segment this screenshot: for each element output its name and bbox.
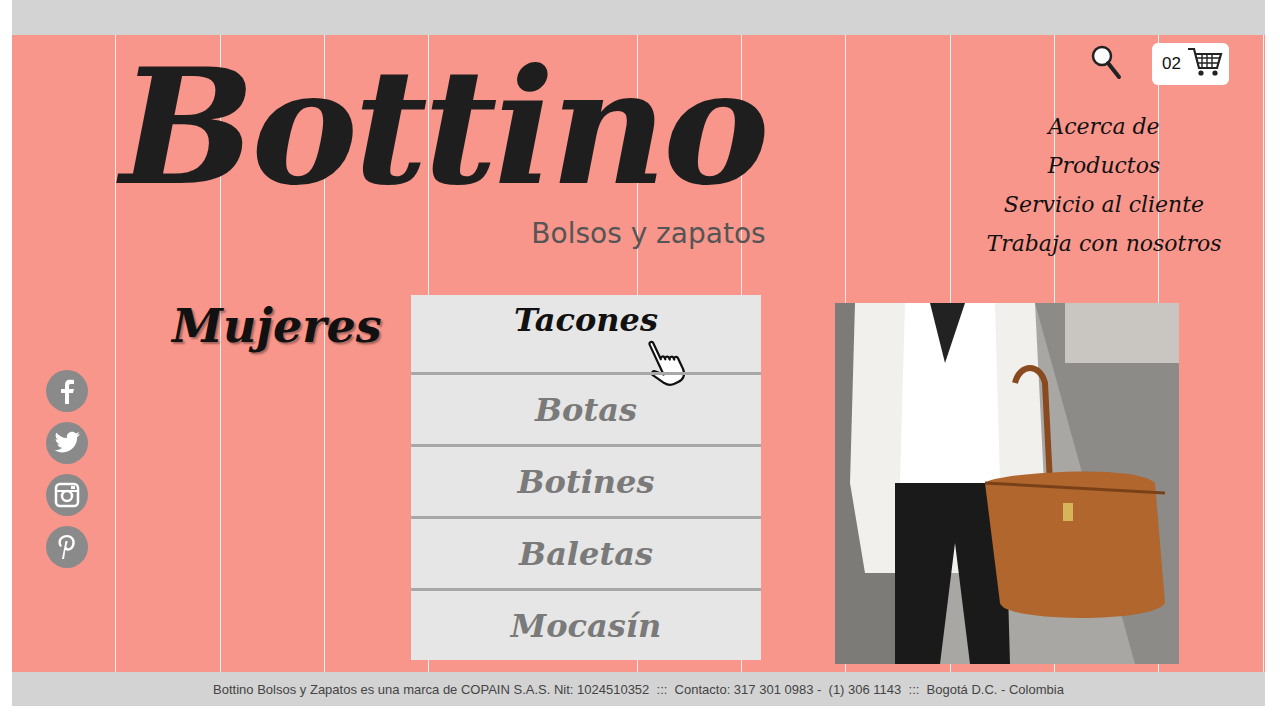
logo[interactable]: Bottino Bolsos y zapatos [12,35,766,295]
header-right: 02 Acerca deProductosServicio al clienteT… [979,35,1265,295]
footer: Bottino Bolsos y Zapatos es una marca de… [12,672,1265,706]
section-title: Mujeres [12,299,411,354]
brand-name: Bottino [120,47,766,207]
page: Bottino Bolsos y zapatos 02 Acerca deProduc… [12,0,1265,706]
cart-icon [1187,46,1223,82]
category-item[interactable]: Mocasín [411,588,761,660]
tools: 02 [1090,43,1229,85]
nav-link[interactable]: Productos [1048,146,1161,185]
category-item[interactable]: Baletas [411,516,761,588]
left-column: Mujeres [12,295,411,568]
brand-tagline: Bolsos y zapatos [531,217,765,250]
category-label: Tacones [514,301,658,339]
product-photo [835,303,1179,664]
nav-link[interactable]: Servicio al cliente [1004,185,1204,224]
hand-cursor-icon [647,335,693,389]
category-label: Baletas [519,535,653,573]
facebook-icon[interactable] [46,370,88,412]
main-area: Bottino Bolsos y zapatos 02 Acerca deProduc… [12,35,1265,672]
cart-count: 02 [1162,54,1181,74]
social-links [46,370,411,568]
nav-link[interactable]: Acerca de [1048,107,1159,146]
cart-button[interactable]: 02 [1152,43,1229,85]
instagram-icon[interactable] [46,474,88,516]
nav-link[interactable]: Trabaja con nosotros [986,224,1221,263]
top-bar [12,0,1265,35]
content: Mujeres Tacones Botas Botines Baletas Mocasín [12,295,1265,672]
pinterest-icon[interactable] [46,526,88,568]
category-item[interactable]: Botines [411,444,761,516]
header: Bottino Bolsos y zapatos 02 Acerca deProduc… [12,35,1265,295]
category-label: Botas [535,391,637,429]
footer-text: Bottino Bolsos y Zapatos es una marca de… [213,682,1064,697]
category-label: Botines [518,463,655,501]
category-item[interactable]: Tacones [411,295,761,372]
category-item[interactable]: Botas [411,372,761,444]
main-nav: Acerca deProductosServicio al clienteTra… [979,107,1229,263]
category-label: Mocasín [511,607,661,645]
twitter-icon[interactable] [46,422,88,464]
search-icon[interactable] [1090,44,1122,84]
category-menu: Tacones Botas Botines Baletas Mocasín [411,295,761,660]
